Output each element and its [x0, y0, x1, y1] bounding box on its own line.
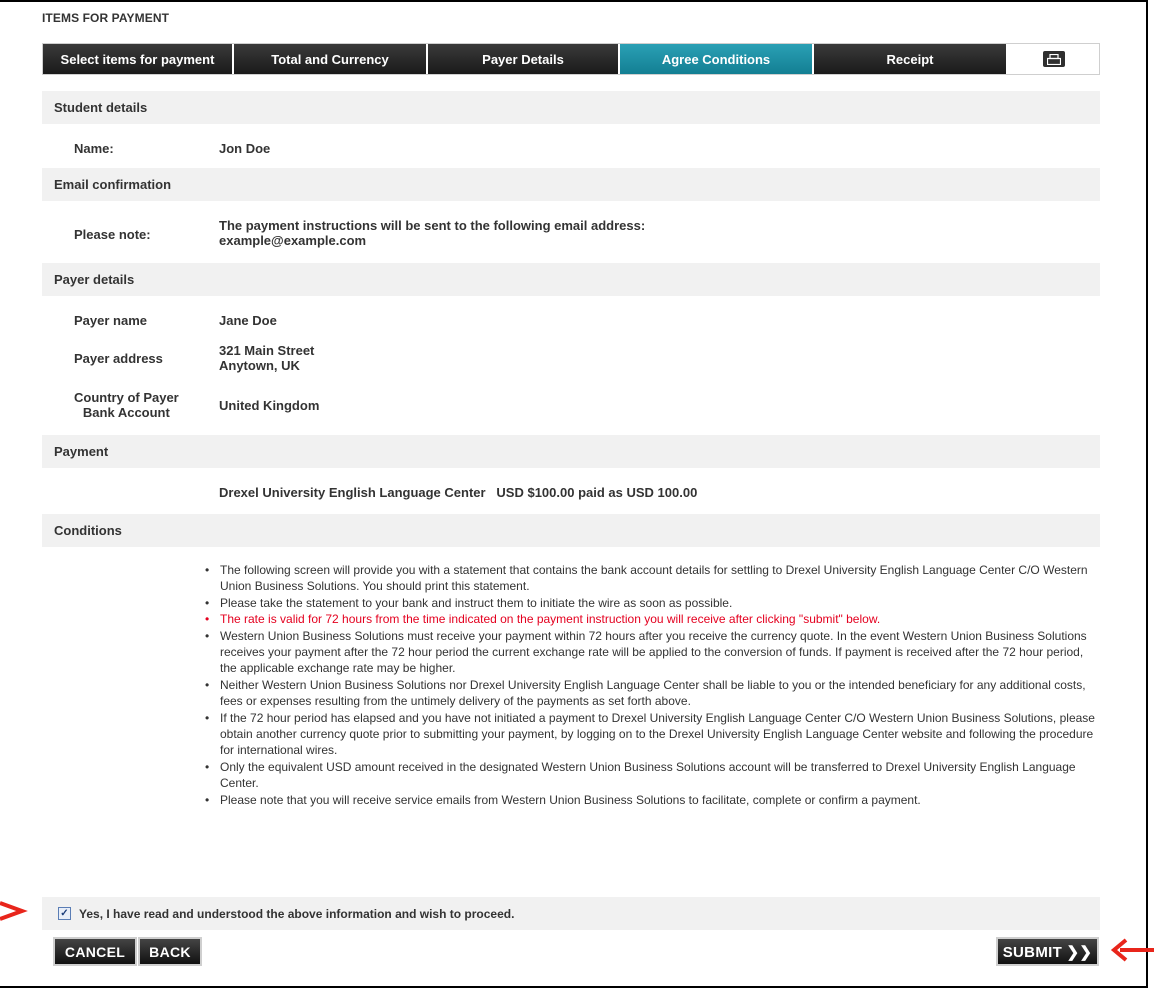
payer-country-label: Country of Payer Bank Account: [74, 390, 179, 420]
print-button[interactable]: [1008, 44, 1099, 74]
payment-line: Drexel University English Language Cente…: [219, 485, 698, 500]
step-bar: Select items for payment Total and Curre…: [42, 43, 1100, 75]
payer-country-label-line1: Country of Payer: [74, 390, 179, 405]
student-name-value: Jon Doe: [219, 141, 271, 156]
conditions-list: The following screen will provide you wi…: [198, 562, 1103, 809]
payer-address-value: 321 Main Street Anytown, UK: [219, 343, 314, 373]
email-note-label: Please note:: [74, 227, 151, 242]
condition-item: The following screen will provide you wi…: [198, 562, 1103, 595]
step-payer-details[interactable]: Payer Details: [428, 44, 620, 74]
payer-address-label: Payer address: [74, 351, 163, 366]
step-agree-conditions[interactable]: Agree Conditions: [620, 44, 814, 74]
printer-icon: [1042, 51, 1065, 67]
payer-address-line1: 321 Main Street: [219, 343, 315, 358]
condition-item: Only the equivalent USD amount received …: [198, 759, 1103, 792]
cancel-button[interactable]: CANCEL: [53, 937, 137, 966]
section-conditions: Conditions: [42, 514, 1100, 547]
payer-address-line2: Anytown, UK: [219, 358, 300, 373]
agree-checkbox[interactable]: ✓: [58, 907, 71, 920]
condition-item: If the 72 hour period has elapsed and yo…: [198, 710, 1103, 759]
step-total-currency[interactable]: Total and Currency: [234, 44, 428, 74]
condition-item: Neither Western Union Business Solutions…: [198, 677, 1103, 710]
payer-country-label-line2: Bank Account: [82, 405, 170, 420]
condition-item-rate-warning: The rate is valid for 72 hours from the …: [198, 611, 1103, 628]
section-payer-details: Payer details: [42, 263, 1100, 296]
payer-name-value: Jane Doe: [219, 313, 277, 328]
email-note-line1: The payment instructions will be sent to…: [219, 218, 646, 233]
agree-row: ✓ Yes, I have read and understood the ab…: [42, 897, 1100, 930]
submit-button[interactable]: SUBMIT ❯❯: [996, 937, 1099, 966]
annotation-arrow-right-icon: [1110, 938, 1154, 962]
condition-item: Western Union Business Solutions must re…: [198, 628, 1103, 677]
page-title: ITEMS FOR PAYMENT: [42, 11, 170, 25]
section-student-details: Student details: [42, 91, 1100, 124]
back-button[interactable]: BACK: [138, 937, 202, 966]
section-email-confirmation: Email confirmation: [42, 168, 1100, 201]
agree-label[interactable]: Yes, I have read and understood the abov…: [79, 907, 514, 921]
student-name-label: Name:: [74, 141, 114, 156]
step-select-items[interactable]: Select items for payment: [43, 44, 234, 74]
condition-item: Please take the statement to your bank a…: [198, 595, 1103, 612]
email-address: example@example.com: [219, 233, 367, 248]
step-receipt[interactable]: Receipt: [814, 44, 1008, 74]
payer-name-label: Payer name: [74, 313, 147, 328]
condition-item: Please note that you will receive servic…: [198, 792, 1103, 809]
email-note-text: The payment instructions will be sent to…: [219, 218, 645, 248]
payer-country-value: United Kingdom: [219, 398, 320, 413]
annotation-arrow-left-icon: [0, 901, 28, 921]
section-payment: Payment: [42, 435, 1100, 468]
